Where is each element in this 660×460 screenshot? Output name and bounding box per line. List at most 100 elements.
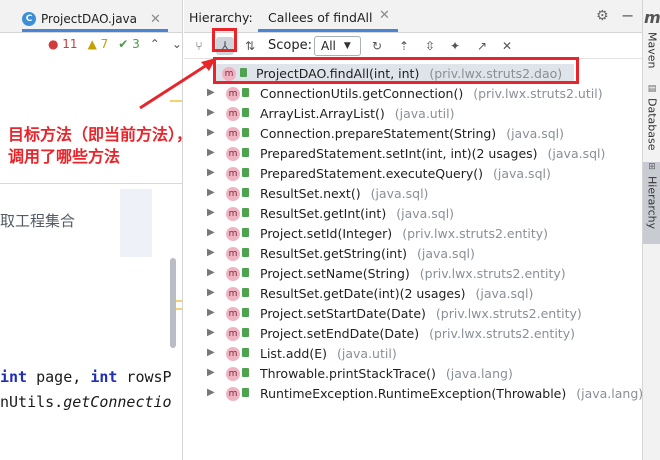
expand-arrow-icon[interactable]: ▶ (207, 347, 215, 358)
method-package: (priv.lwx.struts2.entity) (429, 326, 575, 341)
method-label: ResultSet.getInt(int) (java.sql) (260, 206, 454, 221)
tree-row[interactable]: ▶ m ResultSet.next() (java.sql) (184, 184, 642, 204)
editor-comment: 取工程集合 (0, 212, 76, 230)
tree-row[interactable]: ▶ m Project.setStartDate(Date) (priv.lwx.st… (184, 304, 642, 324)
method-package: (priv.lwx.struts2.entity) (419, 266, 566, 281)
tree-row[interactable]: ▶ m Project.setName(String) (priv.lwx.strut… (184, 264, 642, 284)
public-access-icon (242, 128, 249, 137)
close-icon[interactable]: ✕ (379, 8, 390, 23)
scope-dropdown[interactable]: All ▼ (314, 36, 361, 56)
expand-arrow-icon[interactable]: ▶ (207, 227, 215, 238)
expand-all-icon[interactable]: ⇳ (421, 37, 439, 55)
method-icon: m (226, 87, 240, 101)
expand-arrow-icon[interactable]: ▶ (207, 287, 215, 298)
gear-icon[interactable]: ⚙ (596, 8, 609, 24)
method-icon: m (226, 247, 240, 261)
method-signature: ResultSet.next() (260, 186, 361, 201)
close-icon[interactable]: ✕ (498, 37, 516, 55)
expand-arrow-icon[interactable]: ▶ (207, 207, 215, 218)
expand-arrow-icon[interactable]: ▶ (207, 187, 215, 198)
expand-arrow-icon[interactable]: ▶ (207, 367, 215, 378)
refresh-icon[interactable]: ↻ (368, 37, 386, 55)
chevron-up-icon[interactable]: ⌃ (150, 37, 160, 51)
tree-row[interactable]: ▶ m Throwable.printStackTrace() (java.lang) (184, 364, 642, 384)
sort-alpha-icon[interactable]: ⇅ (241, 37, 259, 55)
expand-arrow-icon[interactable]: ▶ (207, 387, 215, 398)
expand-arrow-icon[interactable]: ▶ (207, 247, 215, 258)
expand-arrow-icon[interactable]: ▶ (207, 307, 215, 318)
tree-row[interactable]: ▶ m ResultSet.getDate(int)(2 usages) (java.… (184, 284, 642, 304)
expand-arrow-icon[interactable]: ▶ (207, 107, 215, 118)
public-access-icon (242, 228, 249, 237)
method-label: Project.setStartDate(Date) (priv.lwx.stru… (260, 306, 582, 321)
expand-arrow-icon[interactable]: ▶ (207, 327, 215, 338)
autoscroll-to-source-icon[interactable]: ⇡ (395, 37, 413, 55)
method-signature: ArrayList.ArrayList() (260, 106, 385, 121)
expand-arrow-icon[interactable]: ▶ (207, 167, 215, 178)
hierarchy-title: Hierarchy: (189, 10, 253, 25)
editor-scrollbar[interactable] (170, 258, 176, 348)
method-package: (priv.lwx.struts2.entity) (435, 306, 582, 321)
method-icon: m (226, 327, 240, 341)
expand-arrow-icon[interactable]: ▶ (207, 87, 215, 98)
expand-arrow-icon[interactable]: ▶ (207, 127, 215, 138)
divider (0, 183, 182, 184)
root-method-highlight (213, 57, 579, 84)
tree-row[interactable]: ▶ m Project.setId(Integer) (priv.lwx.struts… (184, 224, 642, 244)
method-label: List.add(E) (java.util) (260, 346, 397, 361)
expand-arrow-icon[interactable]: ▶ (207, 147, 215, 158)
hierarchy-toolbar: ⑂ ⅄ ⇅ Scope: All ▼ ↻ ⇡ ⇳ ✦ ↗ ✕ (184, 33, 642, 59)
expand-arrow-icon[interactable]: ▶ (207, 267, 215, 278)
close-icon[interactable]: ✕ (150, 12, 161, 27)
tool-window-maven[interactable]: Maven (643, 28, 660, 76)
annotation-line: 调用了哪些方法 (8, 147, 121, 166)
method-package: (java.sql) (506, 126, 565, 141)
tree-row[interactable]: ▶ m ResultSet.getString(int) (java.sql) (184, 244, 642, 264)
tree-row[interactable]: ▶ m Project.setEndDate(Date) (priv.lwx.stru… (184, 324, 642, 344)
public-access-icon (242, 188, 249, 197)
right-tool-strip: m Maven ▤ Database ⊞ Hierarchy (642, 0, 660, 460)
public-access-icon (242, 348, 249, 357)
hierarchy-tab[interactable]: Callees of findAll (268, 10, 372, 25)
method-label: Project.setEndDate(Date) (priv.lwx.struts… (260, 326, 575, 341)
method-icon: m (226, 107, 240, 121)
tree-row[interactable]: ▶ m ArrayList.ArrayList() (java.util) (184, 104, 642, 124)
export-icon[interactable]: ↗ (473, 37, 491, 55)
public-access-icon (242, 88, 249, 97)
method-signature: RuntimeException.RuntimeException(Throwa… (260, 386, 567, 401)
tool-window-database[interactable]: ▤ Database (643, 84, 660, 154)
public-access-icon (242, 368, 249, 377)
tree-row[interactable]: ▶ m PreparedStatement.setInt(int, int)(2 u… (184, 144, 642, 164)
method-signature: Project.setStartDate(Date) (260, 306, 426, 321)
annotation-text: 目标方法（即当前方法）， 调用了哪些方法 (8, 124, 192, 168)
tree-row[interactable]: ▶ m ConnectionUtils.getConnection() (priv.l… (184, 84, 642, 104)
method-package: (java.util) (337, 346, 397, 361)
inspection-nav: ⌃ ⌄ (150, 37, 182, 51)
tree-row[interactable]: ▶ m PreparedStatement.executeQuery() (java.… (184, 164, 642, 184)
tree-row[interactable]: ▶ m List.add(E) (java.util) (184, 344, 642, 364)
hierarchy-tab-underline (258, 29, 398, 32)
public-access-icon (242, 248, 249, 257)
editor-tab-bar: C ProjectDAO.java ✕ (0, 0, 182, 33)
tree-row[interactable]: ▶ m RuntimeException.RuntimeException(Thro… (184, 384, 643, 404)
caller-hierarchy-icon[interactable]: ⑂ (190, 37, 208, 55)
public-access-icon (242, 388, 249, 397)
method-icon: m (226, 127, 240, 141)
annotation-layer (184, 0, 579, 84)
method-signature: Project.setEndDate(Date) (260, 326, 420, 341)
inspection-widget[interactable]: ● 11 ▲ 7 ✔ 3 ⌃ ⌄ (48, 37, 182, 51)
public-access-icon (242, 168, 249, 177)
public-access-icon (242, 328, 249, 337)
pin-icon[interactable]: ✦ (446, 37, 464, 55)
code-line: int page, int rowsP (0, 368, 172, 386)
chevron-down-icon[interactable]: ⌄ (172, 37, 182, 51)
change-marker (170, 100, 182, 102)
tree-row[interactable]: ▶ m Connection.prepareStatement(String) (ja… (184, 124, 642, 144)
method-icon: m (226, 167, 240, 181)
tool-window-hierarchy[interactable]: ⊞ Hierarchy (643, 162, 660, 244)
minimize-icon[interactable]: − (621, 6, 634, 25)
tree-row[interactable]: ▶ m ResultSet.getInt(int) (java.sql) (184, 204, 642, 224)
public-access-icon (242, 268, 249, 277)
method-label: ResultSet.getString(int) (java.sql) (260, 246, 475, 261)
method-icon: m (226, 387, 240, 401)
